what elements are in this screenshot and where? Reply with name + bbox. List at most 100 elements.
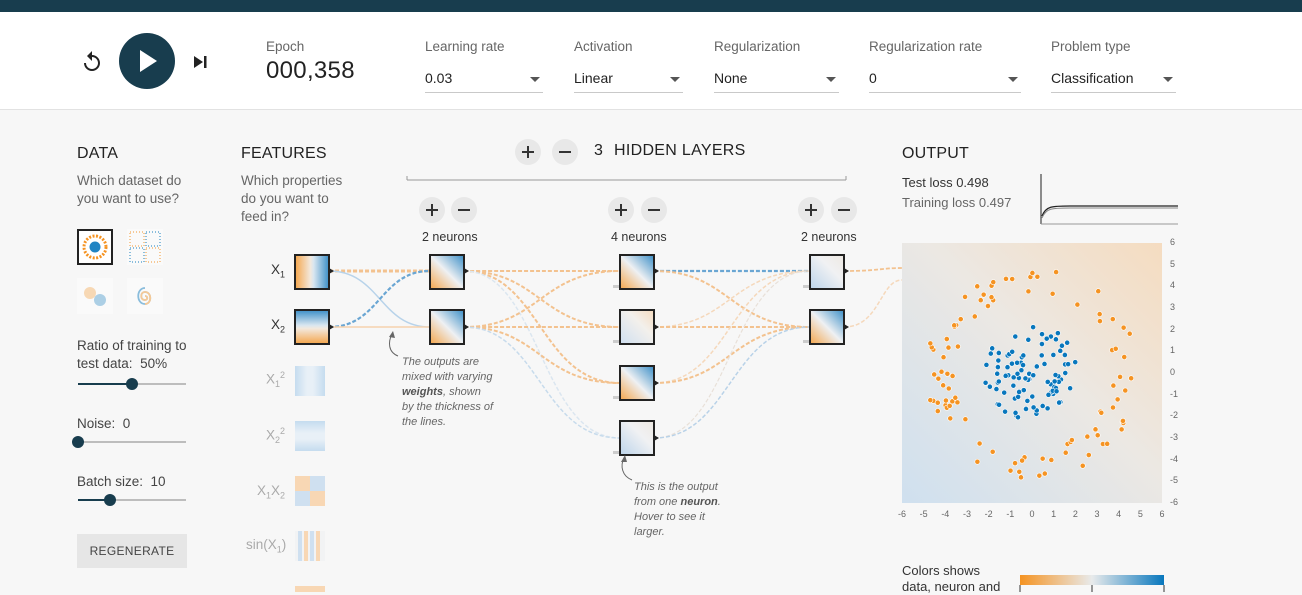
data-point xyxy=(1053,336,1059,343)
data-point xyxy=(1068,437,1075,443)
remove-layer-button[interactable] xyxy=(552,139,578,165)
data-point xyxy=(1062,370,1069,376)
add-neuron-button[interactable] xyxy=(419,197,445,223)
y-tick-label: 4 xyxy=(1170,280,1176,291)
feature-x1[interactable] xyxy=(294,254,334,290)
data-point xyxy=(934,399,941,406)
note-text: larger. xyxy=(634,526,665,538)
minus-icon xyxy=(648,209,660,211)
plus-icon xyxy=(426,204,438,216)
data-point xyxy=(1126,330,1133,337)
data-point xyxy=(1009,276,1016,282)
neuron[interactable] xyxy=(803,254,849,290)
x-tick-label: 1 xyxy=(1051,509,1057,519)
data-point xyxy=(1018,474,1024,481)
data-point xyxy=(1117,373,1123,380)
data-point xyxy=(996,401,1002,408)
data-point xyxy=(947,415,954,422)
remove-neuron-button[interactable] xyxy=(641,197,667,223)
data-point xyxy=(954,343,961,350)
x-tick-label: 0 xyxy=(1029,509,1035,519)
add-neuron-button[interactable] xyxy=(798,197,824,223)
remove-neuron-button[interactable] xyxy=(831,197,857,223)
data-point xyxy=(945,385,952,392)
feature-x1-squared[interactable] xyxy=(295,366,325,396)
neuron[interactable] xyxy=(613,420,659,456)
data-point xyxy=(1128,375,1135,382)
data-point xyxy=(1029,393,1036,400)
data-point xyxy=(1109,316,1116,323)
data-point xyxy=(1051,378,1058,385)
data-point xyxy=(927,340,934,347)
plus-icon xyxy=(522,146,534,158)
legend-line: Colors shows xyxy=(902,563,981,578)
data-point xyxy=(995,357,1002,364)
note-text: The outputs are xyxy=(402,356,480,368)
data-point xyxy=(1022,375,1029,382)
data-point xyxy=(1014,370,1021,377)
data-point xyxy=(1118,426,1125,433)
add-neuron-button[interactable] xyxy=(608,197,634,223)
data-point xyxy=(986,383,993,390)
feature-cos-x1[interactable] xyxy=(295,586,325,592)
x-tick-label: 2 xyxy=(1072,509,1078,519)
add-layer-button[interactable] xyxy=(515,139,541,165)
data-point xyxy=(1044,378,1051,385)
y-tick-label: -4 xyxy=(1170,453,1179,464)
feature-x1x2[interactable] xyxy=(295,476,325,506)
feature-x2-squared[interactable] xyxy=(295,421,325,451)
data-point xyxy=(940,354,947,361)
data-point xyxy=(1072,359,1079,366)
y-tick-label: -3 xyxy=(1170,432,1179,442)
data-point xyxy=(1003,275,1009,282)
layer-3-neurons-label: 2 neurons xyxy=(801,230,857,244)
neuron[interactable] xyxy=(613,254,659,290)
data-point xyxy=(1085,452,1092,458)
feature-x2[interactable] xyxy=(294,309,334,345)
data-point xyxy=(1041,361,1048,367)
data-point xyxy=(976,440,983,447)
data-point xyxy=(989,345,996,352)
data-point xyxy=(1025,336,1032,343)
x-tick-label: 6 xyxy=(1159,509,1165,519)
data-point xyxy=(1020,387,1027,394)
note-text: Hover to see it xyxy=(634,511,705,523)
data-point xyxy=(1096,311,1103,317)
data-point xyxy=(951,322,958,329)
layer-1-neurons-label: 2 neurons xyxy=(422,230,478,244)
data-point xyxy=(1002,372,1009,379)
data-point xyxy=(1120,324,1127,331)
data-point xyxy=(1034,273,1041,280)
data-point xyxy=(927,397,934,404)
data-point xyxy=(940,382,947,389)
data-point xyxy=(974,283,981,290)
data-point xyxy=(1038,352,1045,359)
x-tick-label: -5 xyxy=(919,509,928,519)
feature-sin-x1[interactable] xyxy=(295,531,325,561)
data-point xyxy=(1039,341,1045,347)
data-point xyxy=(1094,432,1101,439)
training-loss-value: 0.497 xyxy=(978,195,1012,210)
neuron[interactable] xyxy=(613,309,659,345)
layer-2-neurons-label: 4 neurons xyxy=(611,230,667,244)
data-point xyxy=(944,370,951,377)
neuron[interactable] xyxy=(429,309,469,345)
hidden-layers-label: HIDDEN LAYERS xyxy=(614,142,746,159)
data-point xyxy=(946,402,953,409)
neuron[interactable] xyxy=(429,254,469,290)
data-point xyxy=(1045,391,1052,398)
data-point xyxy=(1039,331,1045,338)
data-point xyxy=(993,386,1000,392)
data-point xyxy=(1012,333,1019,340)
data-point xyxy=(949,373,956,379)
minus-icon xyxy=(838,209,850,211)
neuron[interactable] xyxy=(803,309,849,345)
remove-neuron-button[interactable] xyxy=(451,197,477,223)
data-point xyxy=(1056,399,1063,406)
data-point xyxy=(1001,389,1008,396)
data-point xyxy=(1039,455,1046,462)
note-text: , shown xyxy=(442,386,481,398)
data-point xyxy=(995,350,1002,356)
neuron[interactable] xyxy=(613,365,659,401)
data-point xyxy=(989,448,996,455)
